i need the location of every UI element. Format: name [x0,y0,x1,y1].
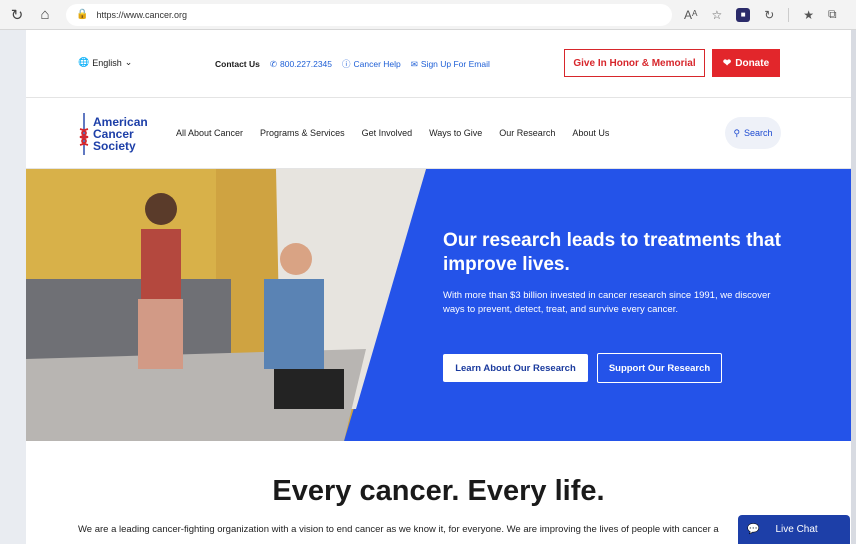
email-signup-link[interactable]: ✉ Sign Up For Email [411,59,490,70]
language-selector[interactable]: 🌐 English ⌄ [78,57,132,68]
heart-icon: ❤ [722,57,732,69]
home-icon[interactable]: ⌂ [34,4,56,26]
hero-banner: Our research leads to treatments that im… [26,169,851,441]
address-bar[interactable]: 🔒 https://www.cancer.org [66,3,672,26]
browser-tools: Aᴬ ☆ ■ ↻ ★ ⧉ [684,7,837,22]
extension-icon[interactable]: ■ [736,7,751,22]
nav-item-all-about-cancer[interactable]: All About Cancer [176,128,243,138]
refresh-extension-icon[interactable]: ↻ [764,8,774,22]
donate-button[interactable]: ❤ Donate [712,49,780,77]
sword-logo-icon [79,113,89,155]
section-headline: Every cancer. Every life. [272,475,605,507]
email-signup-label: Sign Up For Email [420,59,490,69]
contact-us-link[interactable]: Contact Us [215,59,260,69]
address-url: https://www.cancer.org [96,9,187,20]
cancer-help-label: Cancer Help [353,59,401,69]
favorite-icon[interactable]: ☆ [711,8,722,22]
nav-item-our-research[interactable]: Our Research [499,128,555,138]
learn-research-button[interactable]: Learn About Our Research [443,354,588,382]
support-research-button[interactable]: Support Our Research [597,353,722,383]
phone-number: 800.227.2345 [280,59,332,69]
phone-link[interactable]: ✆ 800.227.2345 [270,59,332,70]
favorites-bar-icon[interactable]: ★ [803,8,814,22]
chevron-down-icon: ⌄ [124,57,133,67]
mail-icon: ✉ [410,58,418,69]
read-aloud-icon[interactable]: Aᴬ [684,8,697,22]
search-label: Search [744,128,773,138]
nav-item-about-us[interactable]: About Us [572,128,609,138]
nav-item-ways-to-give[interactable]: Ways to Give [429,128,482,138]
language-label: English [92,57,122,68]
main-navigation: American Cancer Society All About Cancer… [26,99,851,169]
refresh-icon[interactable]: ↻ [6,4,28,26]
hero-subtitle: With more than $3 billion invested in ca… [443,290,771,315]
utility-bar: 🌐 English ⌄ Contact Us ✆ 800.227.2345 ⓘ … [26,30,851,98]
nav-item-programs-services[interactable]: Programs & Services [260,128,345,138]
globe-icon: 🌐 [78,57,90,67]
collections-icon[interactable]: ⧉ [828,7,837,22]
nav-item-get-involved[interactable]: Get Involved [362,128,413,138]
give-in-honor-button[interactable]: Give In Honor & Memorial [564,49,705,77]
toolbar-divider [788,7,790,22]
hero-photo [26,169,426,441]
search-button[interactable]: ⚲ Search [725,117,781,149]
phone-icon: ✆ [269,58,277,69]
website-viewport: 🌐 English ⌄ Contact Us ✆ 800.227.2345 ⓘ … [26,30,851,544]
browser-toolbar: ↻ ⌂ 🔒 https://www.cancer.org Aᴬ ☆ ■ ↻ ★ … [0,0,856,30]
lock-icon: 🔒 [76,9,89,20]
chat-bubble-icon: 💬 [747,524,760,535]
live-chat-label: Live Chat [775,524,818,535]
nav-menu: All About Cancer Programs & Services Get… [176,128,609,138]
mission-text: We are a leading cancer-fighting organiz… [78,524,719,535]
contact-links: Contact Us ✆ 800.227.2345 ⓘ Cancer Help … [215,58,490,70]
logo-wordmark: American Cancer Society [93,116,148,152]
live-chat-button[interactable]: 💬 Live Chat [738,515,850,544]
donate-label: Donate [735,57,770,69]
page: ↻ ⌂ 🔒 https://www.cancer.org Aᴬ ☆ ■ ↻ ★ … [0,0,856,544]
hero-title: Our research leads to treatments that im… [443,230,781,275]
search-icon: ⚲ [733,127,741,138]
help-icon: ⓘ [342,59,351,69]
logo-line-3: Society [93,139,136,153]
scrollbar[interactable] [851,30,856,544]
acs-logo[interactable]: American Cancer Society [78,111,158,157]
cancer-help-link[interactable]: ⓘ Cancer Help [342,58,401,70]
